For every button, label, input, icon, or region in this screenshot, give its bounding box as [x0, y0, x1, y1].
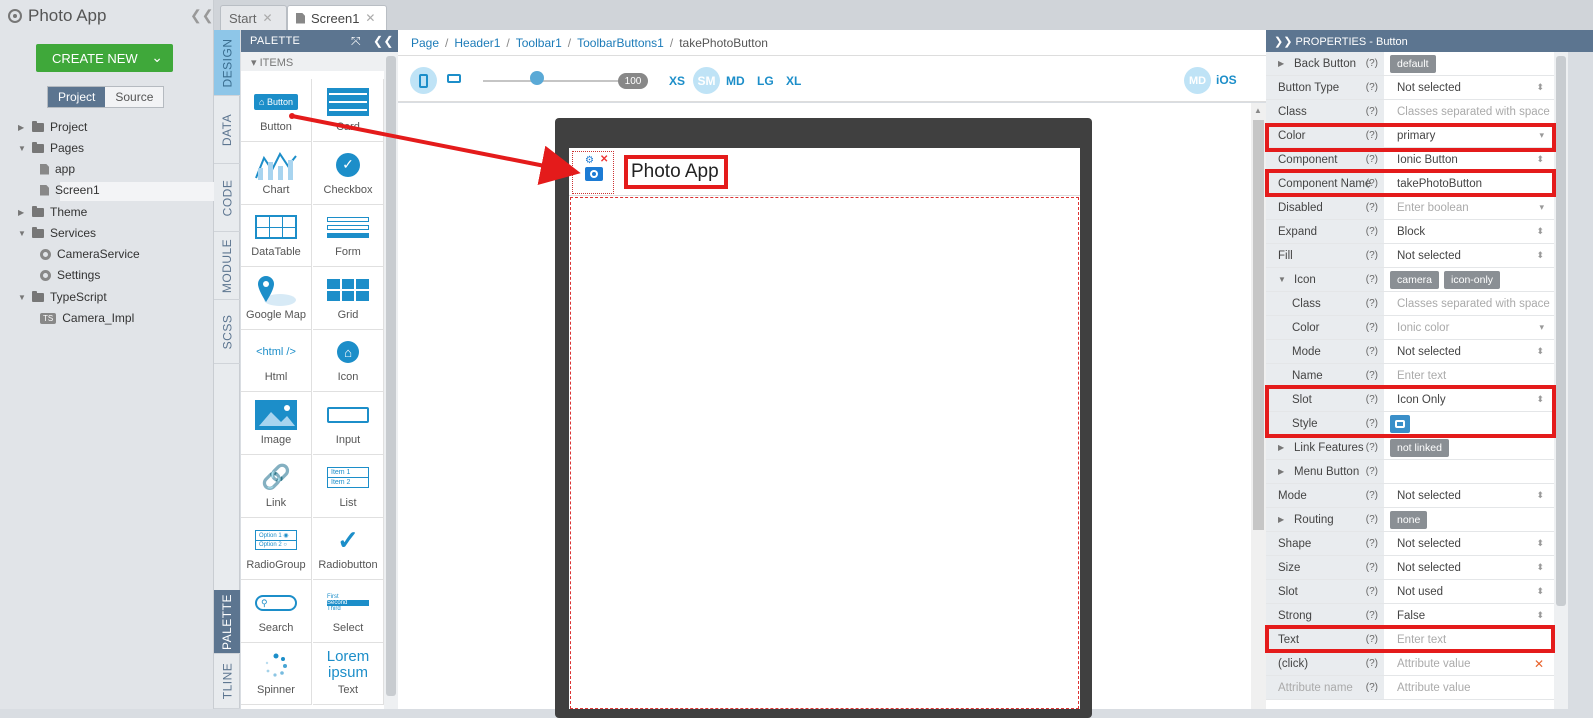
annotation-arrow	[291, 114, 581, 185]
annotation-layer	[289, 113, 581, 185]
